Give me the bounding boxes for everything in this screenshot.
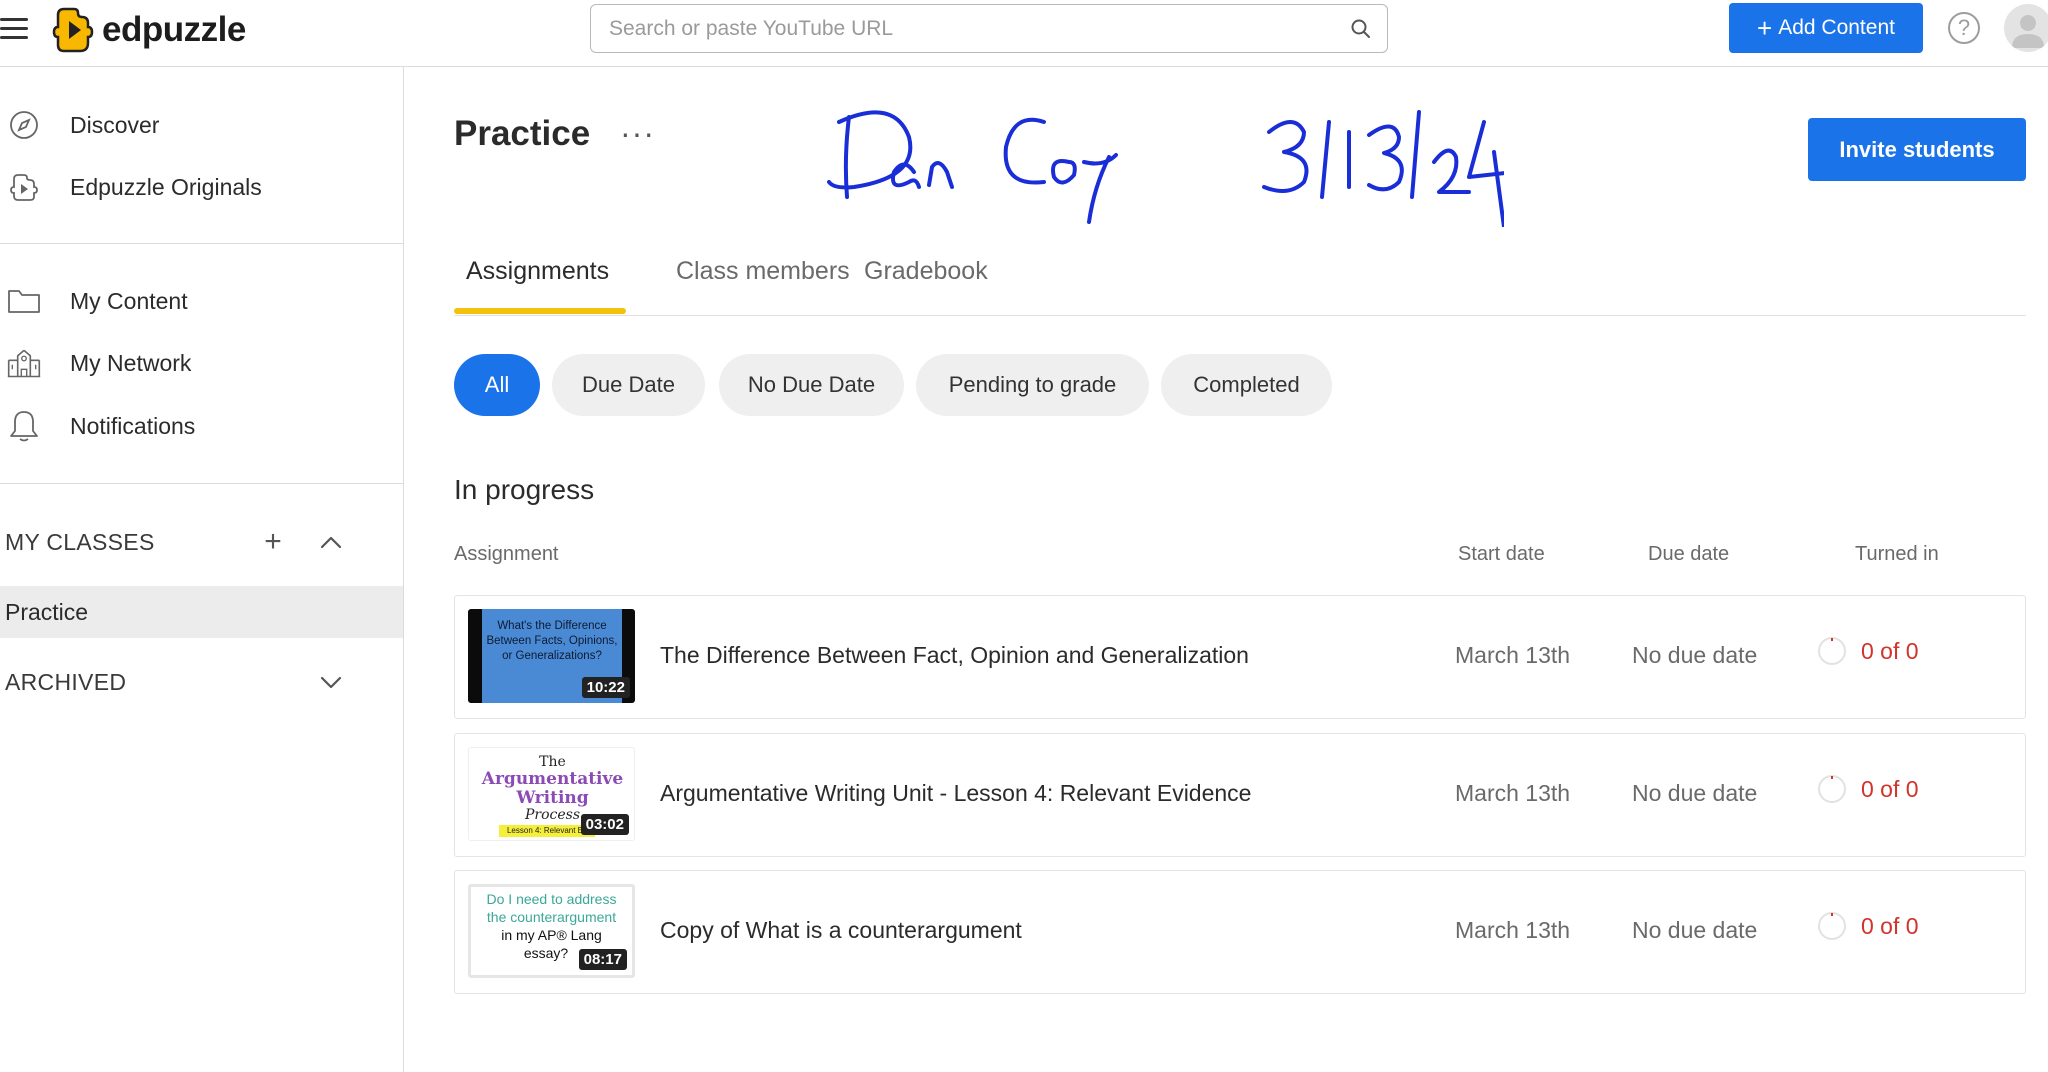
thumbnail-text: Argumentative (481, 769, 624, 789)
assignment-title[interactable]: Copy of What is a counterargument (660, 917, 1022, 944)
turned-in: 0 of 0 (1817, 911, 1919, 941)
due-date: No due date (1632, 780, 1758, 806)
bell-icon (6, 408, 42, 444)
edpuzzle-puzzle-icon (6, 169, 42, 205)
main-content: Practice ··· Invite students Assignments… (404, 67, 2048, 1072)
tab-gradebook[interactable]: Gradebook (864, 257, 988, 286)
turned-in: 0 of 0 (1817, 636, 1919, 666)
archived-header[interactable]: ARCHIVED (0, 654, 403, 710)
add-class-icon[interactable]: + (258, 527, 288, 557)
assignment-row[interactable]: What's the Difference Between Facts, Opi… (454, 595, 2026, 719)
top-bar: edpuzzle + Add Content ? (0, 0, 2048, 67)
my-classes-header: MY CLASSES + (0, 514, 403, 570)
hamburger-menu-icon[interactable] (0, 14, 30, 44)
sidebar-divider (0, 483, 403, 484)
filter-completed[interactable]: Completed (1161, 354, 1332, 416)
video-thumbnail: Do I need to address the counterargument… (468, 884, 635, 978)
active-tab-indicator (454, 308, 626, 314)
filter-no-due-date[interactable]: No Due Date (719, 354, 904, 416)
invite-students-button[interactable]: Invite students (1808, 118, 2026, 181)
due-date: No due date (1632, 642, 1758, 668)
search-icon[interactable] (1349, 17, 1373, 41)
handwritten-signature (827, 110, 1504, 227)
sidebar-item-label: Discover (70, 111, 160, 138)
start-date: March 13th (1455, 917, 1571, 943)
due-date: No due date (1632, 917, 1758, 943)
thumbnail-text: Writing (516, 788, 589, 808)
user-silhouette-icon (2012, 15, 2044, 48)
my-classes-label: MY CLASSES (5, 528, 155, 555)
tab-assignments[interactable]: Assignments (466, 257, 609, 286)
column-header-start-date: Start date (1458, 543, 1545, 565)
video-duration: 10:22 (581, 677, 630, 698)
sidebar-item-discover[interactable]: Discover (0, 97, 403, 153)
sidebar-class-practice[interactable]: Practice (0, 586, 403, 638)
add-content-label: Add Content (1778, 16, 1895, 39)
turned-in-count: 0 of 0 (1861, 775, 1919, 802)
school-building-icon (6, 345, 42, 381)
column-header-assignment: Assignment (454, 543, 559, 565)
tab-class-members[interactable]: Class members (676, 257, 850, 286)
sidebar-item-edpuzzle-originals[interactable]: Edpuzzle Originals (0, 159, 403, 215)
thumbnail-text: What's the Difference Between Facts, Opi… (486, 620, 618, 662)
search-bar[interactable] (590, 4, 1388, 53)
thumbnail-text: the counterargument (486, 909, 617, 925)
assignment-title[interactable]: The Difference Between Fact, Opinion and… (660, 642, 1249, 669)
progress-ring-icon (1818, 637, 1846, 665)
video-thumbnail: The Argumentative Writing Process Lesson… (468, 747, 635, 841)
start-date: March 13th (1455, 780, 1571, 806)
sidebar-item-notifications[interactable]: Notifications (0, 398, 403, 454)
logo-text: edpuzzle (102, 10, 246, 49)
sidebar-item-label: Edpuzzle Originals (70, 173, 262, 200)
video-thumbnail: What's the Difference Between Facts, Opi… (468, 609, 635, 703)
start-date: March 13th (1455, 642, 1571, 668)
archived-label: ARCHIVED (5, 668, 127, 695)
sidebar-item-label: My Network (70, 349, 192, 376)
sidebar-divider (0, 243, 403, 244)
progress-ring-icon (1818, 912, 1846, 940)
sidebar-item-my-network[interactable]: My Network (0, 335, 403, 391)
assignment-row[interactable]: Do I need to address the counterargument… (454, 870, 2026, 994)
edpuzzle-logo[interactable]: edpuzzle (52, 2, 246, 58)
assignment-row[interactable]: The Argumentative Writing Process Lesson… (454, 733, 2026, 857)
video-duration: 03:02 (580, 814, 629, 835)
folder-icon (6, 283, 42, 319)
plus-icon: + (1757, 13, 1773, 43)
compass-icon (6, 107, 42, 143)
more-options-icon[interactable]: ··· (620, 117, 655, 149)
column-header-due-date: Due date (1648, 543, 1730, 565)
search-input[interactable] (591, 5, 1349, 52)
edpuzzle-logo-icon (52, 7, 94, 53)
add-content-button[interactable]: + Add Content (1729, 3, 1923, 53)
sidebar-item-label: Notifications (70, 412, 196, 439)
chevron-down-icon[interactable] (316, 667, 346, 697)
assignment-title[interactable]: Argumentative Writing Unit - Lesson 4: R… (660, 780, 1251, 807)
filter-all[interactable]: All (454, 354, 540, 416)
avatar[interactable] (2004, 4, 2048, 52)
sidebar-item-my-content[interactable]: My Content (0, 273, 403, 329)
page-title: Practice (454, 114, 591, 153)
turned-in-count: 0 of 0 (1861, 637, 1919, 664)
thumbnail-text: The (539, 754, 566, 770)
progress-ring-icon (1818, 775, 1846, 803)
turned-in-count: 0 of 0 (1861, 912, 1919, 939)
thumbnail-text: in my AP® Lang (501, 927, 602, 943)
class-label: Practice (5, 598, 89, 625)
column-header-turned-in: Turned in (1855, 543, 1939, 565)
help-icon[interactable]: ? (1948, 12, 1980, 44)
thumbnail-text: Do I need to address (486, 891, 617, 907)
filter-pending-to-grade[interactable]: Pending to grade (916, 354, 1149, 416)
chevron-up-icon[interactable] (316, 527, 346, 557)
video-duration: 08:17 (578, 949, 627, 970)
section-title: In progress (454, 474, 595, 505)
turned-in: 0 of 0 (1817, 774, 1919, 804)
sidebar-item-label: My Content (70, 287, 188, 314)
sidebar: Discover Edpuzzle Originals My Content M… (0, 67, 404, 1072)
filter-due-date[interactable]: Due Date (552, 354, 705, 416)
class-tabs: Assignments Class members Gradebook (454, 237, 2026, 316)
